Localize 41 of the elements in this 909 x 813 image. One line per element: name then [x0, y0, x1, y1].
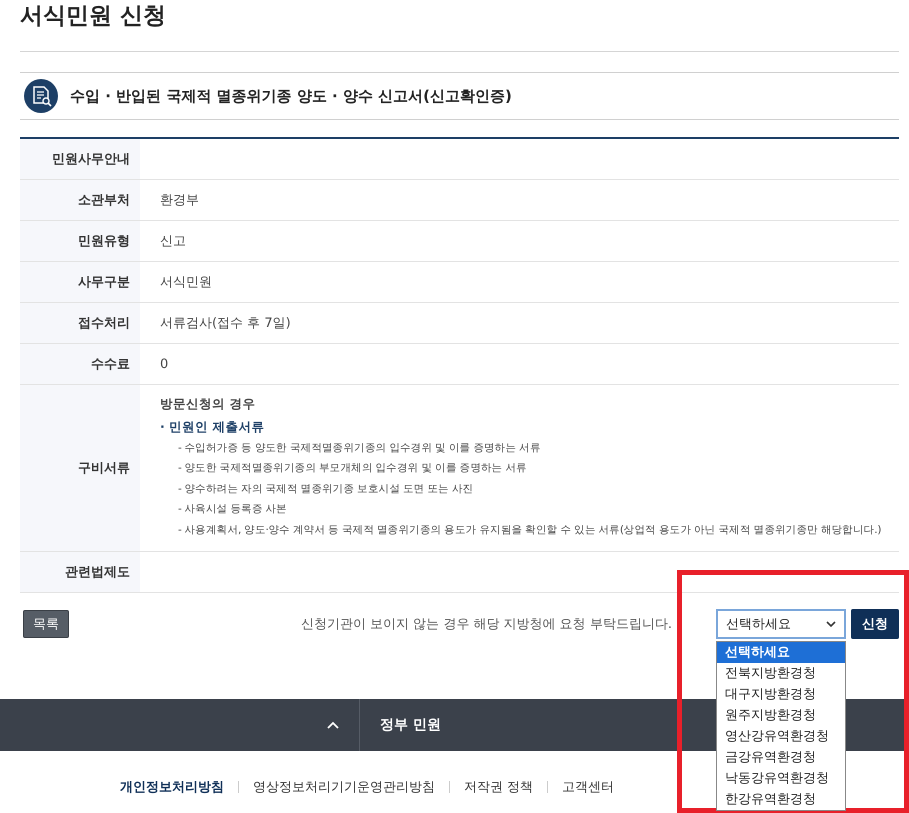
row-label: 관련법제도 — [65, 564, 130, 581]
dropdown-option[interactable]: 금강유역환경청 — [717, 747, 845, 768]
chevron-up-icon[interactable] — [327, 721, 339, 729]
row-value: 0 — [160, 356, 168, 372]
documents-heading: 방문신청의 경우 — [160, 396, 256, 413]
dropdown-option[interactable]: 낙동강유역환경청 — [717, 768, 845, 789]
caret-icon — [826, 620, 836, 628]
row-label: 수수료 — [91, 356, 130, 373]
notice-text: 신청기관이 보이지 않는 경우 해당 지방청에 요청 부탁드립니다. — [300, 616, 672, 633]
documents-section: · 민원인 제출서류 — [160, 418, 264, 436]
footer-link[interactable]: 영상정보처리기기운영관리방침 — [253, 778, 435, 796]
document-item: - 양도한 국제적멸종위기종의 부모개체의 입수경위 및 이를 증명하는 서류 — [177, 461, 527, 476]
form-title: 수입 · 반입된 국제적 멸종위기종 양도 · 양수 신고서(신고확인증) — [70, 86, 512, 106]
footer-link[interactable]: 개인정보처리방침 — [120, 778, 224, 796]
footer-link[interactable]: 저작권 정책 — [464, 778, 534, 796]
row-label: 구비서류 — [78, 460, 130, 477]
row-label: 민원사무안내 — [52, 151, 130, 168]
document-item: - 사육시설 등록증 사본 — [177, 502, 287, 518]
dropdown-option[interactable]: 영산강유역환경청 — [717, 726, 845, 747]
dropdown-option[interactable]: 선택하세요 — [717, 642, 845, 663]
row-label: 접수처리 — [78, 315, 130, 332]
footer-link[interactable]: 고객센터 — [562, 778, 614, 796]
row-value: 서류검사(접수 후 7일) — [160, 315, 291, 332]
dropdown-option[interactable]: 원주지방환경청 — [717, 705, 845, 726]
document-item: - 수입허가증 등 양도한 국제적멸종위기종의 입수경위 및 이를 증명하는 서류 — [177, 440, 541, 456]
apply-button[interactable]: 신청 — [851, 609, 899, 639]
dropdown-option[interactable]: 대구지방환경청 — [717, 684, 845, 705]
document-item: - 사용계획서, 양도·양수 계약서 등 국제적 멸종위기종의 용도가 유지됨을 확인할 수 있는 서류(상업적 용도가 아닌 국제적 멸종위기종만 해당합니다.) — [177, 522, 882, 538]
row-label: 소관부처 — [78, 192, 130, 209]
row-value: 서식민원 — [160, 274, 212, 291]
list-button[interactable]: 목록 — [23, 610, 69, 638]
row-value: 신고 — [160, 233, 186, 250]
page-title: 서식민원 신청 — [20, 2, 168, 31]
row-label: 사무구분 — [78, 274, 130, 291]
document-item: - 양수하려는 자의 국제적 멸종위기종 보호시설 도면 또는 사진 — [177, 482, 474, 497]
row-label: 민원유형 — [78, 233, 130, 250]
row-value: 환경부 — [160, 192, 199, 209]
dropdown-option[interactable]: 한강유역환경청 — [717, 789, 845, 810]
document-search-icon — [24, 79, 58, 113]
footer-menu-title[interactable]: 정부 민원 — [380, 716, 441, 734]
dropdown-option[interactable]: 전북지방환경청 — [717, 663, 845, 684]
